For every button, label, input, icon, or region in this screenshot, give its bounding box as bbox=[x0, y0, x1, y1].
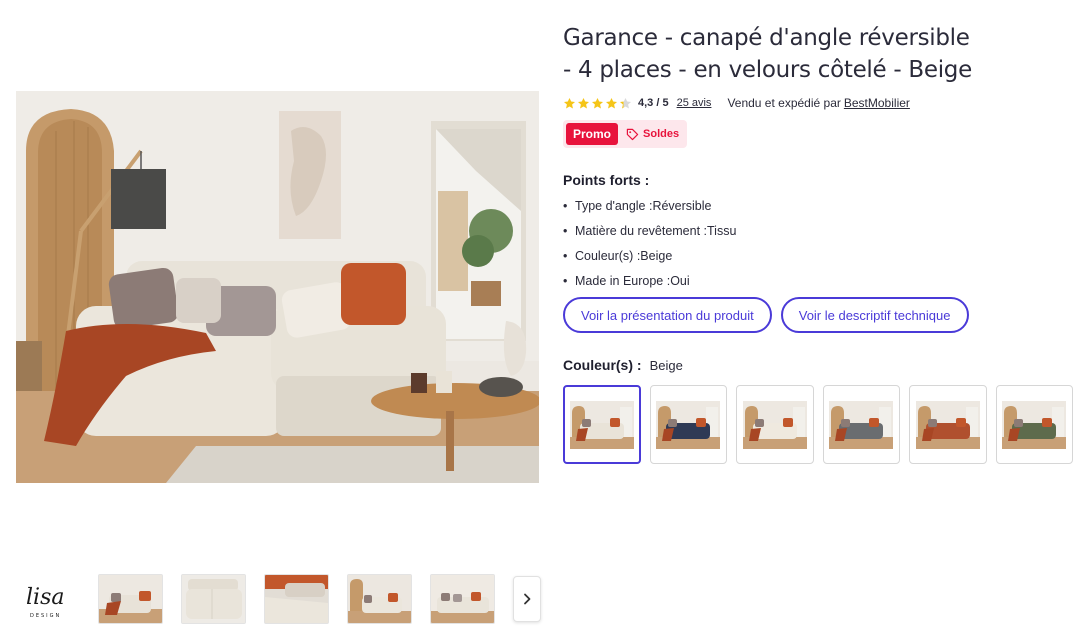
color-swatch-gris[interactable] bbox=[822, 385, 901, 464]
rating-stars bbox=[563, 97, 632, 110]
promo-badge: Promo bbox=[566, 123, 619, 145]
sofa-photo bbox=[16, 91, 539, 483]
color-swatch-vert[interactable] bbox=[995, 385, 1074, 464]
color-label: Couleur(s) : bbox=[563, 357, 642, 373]
thumbnail-5[interactable] bbox=[430, 574, 495, 624]
highlights-heading: Points forts : bbox=[563, 172, 650, 188]
thumbnail-3[interactable] bbox=[264, 574, 329, 624]
star-icon bbox=[591, 97, 604, 108]
brand-logo-text: lisa bbox=[26, 585, 64, 610]
thumbnail-strip: lisa DESIGN bbox=[16, 574, 546, 624]
chevron-right-icon bbox=[524, 593, 531, 605]
product-title-line-2: - 4 places - en velours côtelé - Beige bbox=[563, 57, 972, 83]
brand-logo: lisa DESIGN bbox=[20, 580, 80, 620]
star-icon bbox=[605, 97, 618, 108]
color-swatches bbox=[563, 385, 1074, 464]
highlight-text: Made in Europe :Oui bbox=[575, 274, 690, 288]
view-technical-description-button[interactable]: Voir le descriptif technique bbox=[780, 297, 969, 333]
thumbnail-1[interactable] bbox=[98, 574, 163, 624]
swatch-image bbox=[569, 400, 634, 449]
star-icon bbox=[577, 97, 590, 108]
thumbnail-next-button[interactable] bbox=[513, 576, 541, 622]
highlight-item: • Made in Europe :Oui bbox=[563, 273, 1073, 298]
star-icon bbox=[563, 97, 576, 108]
color-swatch-crème[interactable] bbox=[736, 385, 814, 464]
color-swatch-bleu[interactable] bbox=[649, 385, 728, 464]
color-selector-heading: Couleur(s) : Beige bbox=[563, 357, 1073, 373]
highlight-text: Couleur(s) :Beige bbox=[575, 249, 673, 263]
product-title-line-1: Garance - canapé d'angle réversible bbox=[563, 25, 970, 51]
tag-icon bbox=[626, 128, 639, 140]
product-meta: 4,3 / 5 25 avis Vendu et expédié par Bes… bbox=[563, 94, 1073, 112]
highlight-item: • Matière du revêtement :Tissu bbox=[563, 223, 1073, 248]
highlights-list: • Type d'angle :Réversible • Matière du re… bbox=[563, 198, 1073, 298]
swatch-image bbox=[915, 400, 980, 449]
color-swatch-beige[interactable] bbox=[563, 385, 641, 464]
seller-link[interactable]: BestMobilier bbox=[844, 96, 910, 110]
highlight-text: Type d'angle :Réversible bbox=[575, 199, 712, 213]
product-details: Garance - canapé d'angle réversible - 4 … bbox=[563, 22, 1074, 464]
product-page: lisa DESIGN Garance - canapé d'angle rév… bbox=[0, 0, 1080, 636]
color-swatch-terracotta[interactable] bbox=[909, 385, 987, 464]
soldes-label: Soldes bbox=[643, 128, 680, 140]
swatch-image bbox=[742, 400, 807, 449]
thumbnail-2[interactable] bbox=[181, 574, 246, 624]
brand-logo-subtext: DESIGN bbox=[30, 613, 61, 619]
view-presentation-button[interactable]: Voir la présentation du produit bbox=[563, 297, 772, 333]
swatch-image bbox=[1002, 400, 1067, 449]
highlight-text: Matière du revêtement :Tissu bbox=[575, 224, 737, 238]
main-product-image[interactable] bbox=[16, 91, 539, 483]
color-value: Beige bbox=[649, 358, 683, 373]
badges: Promo Soldes bbox=[563, 120, 688, 148]
swatch-image bbox=[829, 400, 894, 449]
seller-label: Vendu et expédié par bbox=[727, 96, 841, 110]
swatch-image bbox=[656, 400, 721, 449]
product-title: Garance - canapé d'angle réversible - 4 … bbox=[563, 22, 1073, 86]
thumbnail-4[interactable] bbox=[347, 574, 412, 624]
highlight-item: • Couleur(s) :Beige bbox=[563, 248, 1073, 273]
soldes-badge: Soldes bbox=[626, 128, 679, 141]
reviews-link[interactable]: 25 avis bbox=[677, 97, 712, 109]
action-buttons: Voir la présentation du produit Voir le … bbox=[563, 297, 1073, 333]
star-icon bbox=[619, 97, 632, 108]
highlight-item: • Type d'angle :Réversible bbox=[563, 198, 1073, 223]
rating-value: 4,3 / 5 bbox=[638, 97, 669, 109]
